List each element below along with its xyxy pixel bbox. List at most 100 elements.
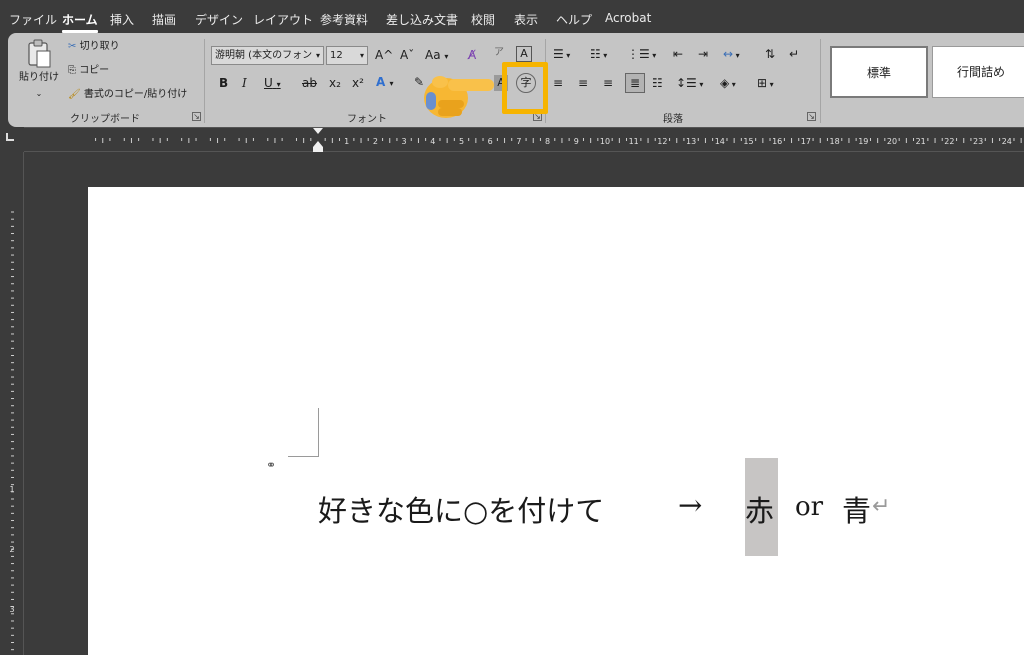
numbering-icon[interactable]: ☷ ▾ (590, 46, 607, 64)
ruler-number: 9 (574, 137, 579, 146)
clipboard-group-label: クリップボード (70, 114, 140, 125)
chevron-down-icon: ▾ (315, 51, 320, 60)
chevron-down-icon: ▾ (444, 52, 449, 61)
clear-formatting-icon[interactable]: A̸ (468, 47, 476, 63)
ruler-number: 5 (459, 137, 464, 146)
cut-button[interactable]: ✂ 切り取り (68, 39, 120, 55)
char-border-button[interactable]: A (516, 46, 532, 62)
tab-view[interactable]: 表示 (514, 11, 538, 28)
copy-label: コピー (79, 65, 110, 76)
ruler-number: 3 (402, 137, 407, 146)
chevron-down-icon: ⌄ (35, 89, 43, 98)
tab-review[interactable]: 校閲 (471, 11, 495, 28)
ruler-number: 1 (344, 137, 349, 146)
ruler-number: 21 (916, 137, 926, 146)
distributed-icon[interactable]: ☷ (652, 75, 663, 91)
change-case-label: Aa (425, 48, 441, 62)
decrease-indent-icon[interactable]: ⇤ (673, 46, 683, 62)
text-effects-button[interactable]: A ▾ (376, 74, 394, 92)
ruler-number: 18 (830, 137, 840, 146)
document-page[interactable] (88, 187, 1024, 655)
subscript-button[interactable]: x₂ (329, 75, 341, 91)
multilevel-list-icon[interactable]: ⋮☰ ▾ (627, 46, 656, 64)
style-no-spacing[interactable]: 行間詰め (932, 46, 1024, 98)
shading-icon[interactable]: ◈ ▾ (720, 75, 736, 93)
tab-references[interactable]: 参考資料 (320, 11, 368, 28)
doc-text-main[interactable]: 好きな色に○を付けて (318, 488, 604, 530)
group-divider (820, 39, 821, 123)
dialog-launcher-icon[interactable]: ↘ (192, 112, 201, 121)
grow-font-button[interactable]: A^ (375, 47, 393, 63)
vertical-ruler[interactable]: 1 2 3 (0, 152, 24, 655)
underline-button[interactable]: U ▾ (264, 75, 281, 93)
increase-indent-icon[interactable]: ⇥ (698, 46, 708, 62)
ruler-number: 14 (715, 137, 725, 146)
format-painter-label: 書式のコピー/貼り付け (83, 89, 188, 100)
italic-button[interactable]: I (242, 75, 247, 91)
ruler-number: 22 (944, 137, 954, 146)
align-right-icon[interactable]: ≡ (603, 75, 613, 91)
ruler-number: 24 (1002, 137, 1012, 146)
borders-icon[interactable]: ⊞ ▾ (757, 75, 774, 93)
font-name-select[interactable]: 游明朝 (本文のフォン ▾ (211, 46, 324, 65)
align-left-icon[interactable]: ≡ (553, 75, 563, 91)
horizontal-ruler[interactable]: 1 2 3 4 5 6 7 8 9 10 11 12 13 14 15 16 17 18 19 20 21 22 23 24 (24, 127, 1024, 152)
font-size-select[interactable]: 12 ▾ (326, 46, 368, 65)
tab-mailings[interactable]: 差し込み文書 (386, 11, 458, 28)
tab-layout[interactable]: レイアウト (253, 11, 313, 28)
ruler-number: 16 (772, 137, 782, 146)
tab-insert[interactable]: 挿入 (110, 11, 134, 28)
style-normal[interactable]: 標準 (830, 46, 928, 98)
paste-button[interactable]: 貼り付け ⌄ (18, 39, 60, 103)
align-center-icon[interactable]: ≡ (578, 75, 588, 91)
superscript-button[interactable]: x² (352, 75, 364, 91)
ruler-number: 2 (9, 545, 14, 554)
underline-label: U (264, 76, 273, 90)
ruler-number: 1 (9, 485, 14, 494)
tab-design[interactable]: デザイン (195, 11, 243, 28)
doc-text-option-red[interactable]: 赤 (745, 488, 774, 530)
paragraph-mark-icon: ↵ (872, 494, 891, 519)
tab-help[interactable]: ヘルプ (556, 11, 592, 28)
phonetic-guide-icon[interactable]: ア (494, 45, 504, 61)
margin-crop-mark (288, 408, 319, 457)
doc-text-arrow[interactable]: → (678, 488, 702, 522)
ribbon-tab-bar: ファイル ホーム 挿入 描画 デザイン レイアウト 参考資料 差し込み文書 校閲… (0, 0, 1024, 33)
font-name-value: 游明朝 (本文のフォン (215, 50, 313, 61)
tab-home[interactable]: ホーム (62, 11, 98, 33)
bullets-icon[interactable]: ☰ ▾ (553, 46, 570, 64)
ruler-number: 12 (657, 137, 667, 146)
font-size-value: 12 (330, 50, 343, 61)
scissors-icon: ✂ (68, 41, 77, 52)
strikethrough-button[interactable]: ab (302, 75, 317, 91)
tab-file[interactable]: ファイル (9, 11, 57, 28)
ruler-number: 8 (545, 137, 550, 146)
line-spacing-icon[interactable]: ↕☰ ▾ (676, 75, 703, 93)
justify-icon[interactable]: ≣ (625, 73, 645, 93)
doc-text-or[interactable]: or (795, 492, 823, 522)
tab-selector[interactable] (6, 133, 14, 141)
vertical-ruler-ticks: 1 2 3 (9, 211, 15, 651)
chevron-down-icon: ▾ (359, 51, 364, 60)
format-painter-button[interactable]: 🖌 書式のコピー/貼り付け (68, 87, 187, 103)
ruler-number: 4 (430, 137, 435, 146)
character-spacing-icon[interactable]: ↔ ▾ (723, 46, 740, 64)
show-marks-icon[interactable]: ↵ (789, 46, 799, 62)
sort-icon[interactable]: ⇅ (765, 46, 775, 62)
font-group-label: フォント (347, 114, 387, 125)
ruler-number: 19 (858, 137, 868, 146)
ruler-number: 23 (973, 137, 983, 146)
tab-acrobat[interactable]: Acrobat (605, 11, 651, 25)
enclose-characters-highlight (502, 62, 548, 114)
text-effects-label: A (376, 75, 386, 89)
tab-draw[interactable]: 描画 (152, 11, 176, 28)
group-divider (204, 39, 205, 123)
chevron-down-icon: ▾ (276, 80, 281, 89)
doc-text-option-blue[interactable]: 青 (842, 488, 871, 530)
shrink-font-button[interactable]: Aˇ (400, 47, 414, 63)
dialog-launcher-icon[interactable]: ↘ (807, 112, 816, 121)
ruler-number: 17 (801, 137, 811, 146)
copy-button[interactable]: ⎘ コピー (68, 63, 109, 79)
paste-label: 貼り付け (19, 72, 59, 83)
bold-button[interactable]: B (219, 75, 228, 91)
